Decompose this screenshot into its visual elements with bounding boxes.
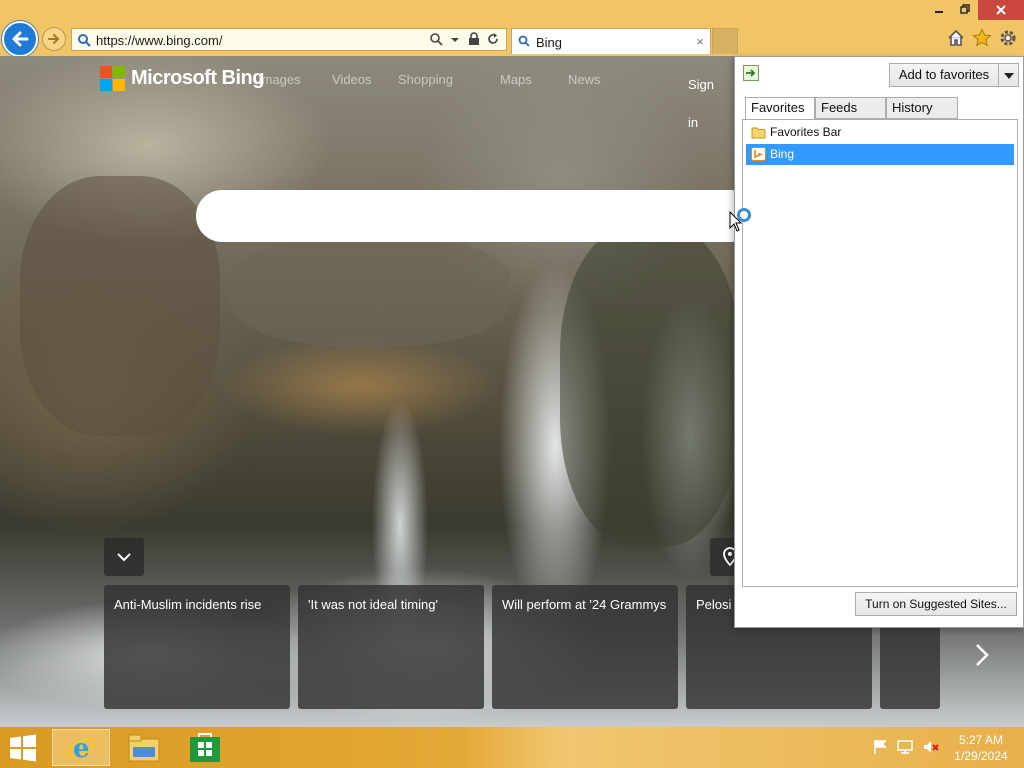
home-icon[interactable]	[946, 28, 966, 48]
news-headline: Pelosi t	[696, 597, 739, 612]
news-headline: 'It was not ideal timing'	[308, 597, 438, 612]
nav-maps[interactable]: Maps	[500, 72, 532, 87]
favorites-star-icon[interactable]	[972, 28, 992, 48]
sign-in-link[interactable]: Sign in	[688, 66, 718, 142]
start-button-windows-icon[interactable]	[8, 734, 38, 762]
news-card[interactable]: Anti-Muslim incidents rise	[104, 585, 290, 709]
favorites-item-bing[interactable]: Bing	[746, 144, 1014, 165]
clock-time: 5:27 AM	[958, 733, 1004, 747]
microsoft-logo-icon	[100, 66, 125, 91]
file-explorer-icon	[128, 734, 160, 762]
address-bar[interactable]: https://www.bing.com/	[71, 28, 507, 51]
close-tab-icon[interactable]: ×	[696, 34, 704, 49]
clock-date: 1/29/2024	[954, 749, 1008, 763]
back-arrow-icon	[12, 31, 29, 47]
close-icon	[996, 5, 1006, 15]
taskbar-internet-explorer[interactable]: e	[52, 729, 110, 766]
taskbar-clock[interactable]: 5:27 AM 1/29/2024	[946, 732, 1016, 764]
favorites-list: Favorites Bar Bing	[742, 119, 1018, 587]
search-dropdown-icon[interactable]	[429, 32, 443, 47]
add-to-favorites-dropdown[interactable]	[999, 63, 1019, 87]
search-icon	[518, 35, 530, 47]
turn-on-suggested-sites-button[interactable]: Turn on Suggested Sites...	[855, 592, 1017, 616]
folder-icon	[751, 127, 766, 139]
news-headline: Will perform at '24 Grammys	[502, 597, 667, 612]
add-to-favorites-button[interactable]: Add to favorites	[889, 63, 999, 87]
favorites-item-label: Favorites Bar	[770, 125, 842, 139]
favorites-item-label: Bing	[770, 147, 795, 161]
action-center-flag-icon[interactable]	[872, 739, 888, 755]
volume-muted-icon[interactable]	[922, 739, 940, 755]
refresh-icon[interactable]	[486, 32, 500, 47]
taskbar-store[interactable]	[177, 729, 235, 766]
minimize-icon	[935, 11, 943, 13]
restore-button[interactable]	[952, 0, 978, 20]
store-icon	[190, 733, 220, 762]
system-tray	[872, 739, 940, 755]
background-moss	[560, 226, 740, 546]
nav-news[interactable]: News	[568, 72, 601, 87]
next-arrow-icon[interactable]	[968, 641, 996, 669]
bing-brand: Microsoft Bing	[131, 67, 265, 89]
news-card[interactable]: 'It was not ideal timing'	[298, 585, 484, 709]
browser-chrome: https://www.bing.com/ Bing ×	[0, 0, 1024, 57]
taskbar: e 5:27 AM 1/29/2024	[0, 727, 1024, 768]
minimize-button[interactable]	[926, 0, 952, 20]
address-url[interactable]: https://www.bing.com/	[96, 33, 222, 48]
bing-favicon-icon	[751, 147, 766, 161]
tab-title: Bing	[536, 35, 563, 50]
chevron-down-icon[interactable]	[448, 32, 462, 47]
tab-favorites[interactable]: Favorites	[745, 97, 815, 120]
favorites-item-favorites-bar[interactable]: Favorites Bar	[746, 122, 1014, 143]
bing-logo[interactable]: Microsoft Bing	[100, 66, 265, 91]
expand-feed-button[interactable]	[104, 538, 144, 576]
favorites-center-panel: Add to favorites Favorites Feeds History…	[734, 56, 1024, 628]
internet-explorer-icon: e	[65, 734, 97, 764]
bing-search-input[interactable]	[196, 190, 756, 242]
browser-tools	[946, 28, 1018, 48]
tab-bing[interactable]: Bing ×	[511, 28, 711, 54]
nav-shopping[interactable]: Shopping	[398, 72, 453, 87]
news-headline: Anti-Muslim incidents rise	[114, 597, 262, 612]
chevron-down-icon	[117, 553, 131, 562]
tab-history[interactable]: History	[886, 97, 958, 119]
new-tab-button[interactable]	[712, 28, 738, 54]
background-rock	[20, 176, 220, 436]
nav-images[interactable]: Images	[258, 72, 301, 87]
nav-videos[interactable]: Videos	[332, 72, 372, 87]
back-button[interactable]	[2, 21, 38, 57]
news-card[interactable]: Will perform at '24 Grammys	[492, 585, 678, 709]
forward-arrow-icon	[48, 34, 60, 44]
search-icon	[78, 34, 91, 47]
network-icon[interactable]	[896, 739, 914, 755]
taskbar-file-explorer[interactable]	[115, 729, 173, 766]
chevron-down-icon	[1004, 73, 1014, 79]
restore-icon	[960, 4, 970, 14]
tab-feeds[interactable]: Feeds	[815, 97, 886, 119]
window-controls	[926, 0, 1024, 20]
pin-favorites-center-icon[interactable]	[743, 65, 759, 81]
bing-header: Microsoft Bing Images Videos Shopping Ma…	[100, 64, 730, 130]
mouse-cursor-icon	[729, 211, 743, 232]
lock-icon[interactable]	[467, 32, 481, 47]
svg-text:e: e	[73, 734, 90, 764]
background-rock	[230, 236, 510, 346]
forward-button[interactable]	[42, 27, 66, 51]
close-window-button[interactable]	[978, 0, 1024, 20]
gear-icon[interactable]	[998, 28, 1018, 48]
